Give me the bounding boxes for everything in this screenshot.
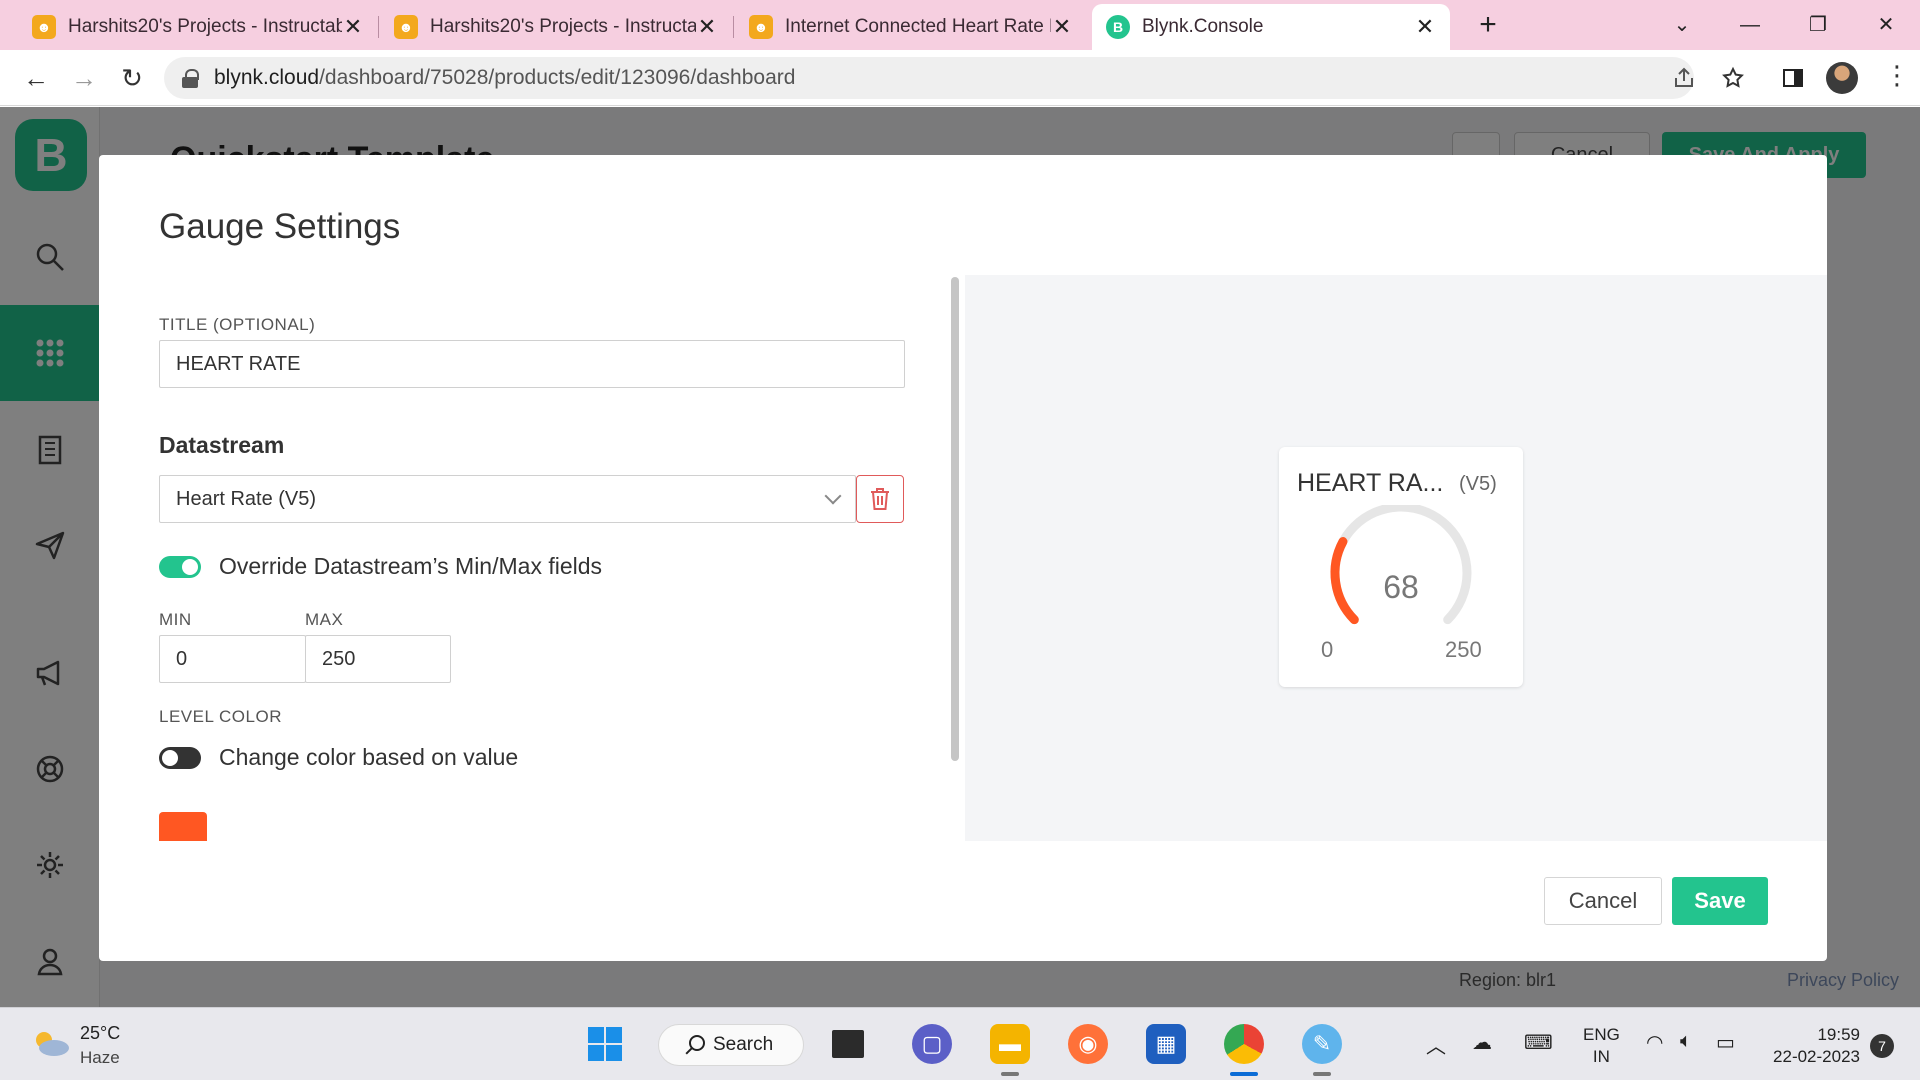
microsoft-store-icon[interactable]: ▦ xyxy=(1146,1024,1186,1064)
search-icon xyxy=(689,1035,705,1051)
browser-tab-blynk-active[interactable]: B Blynk.Console ✕ xyxy=(1092,4,1450,50)
browser-toolbar: ← → ↻ blynk.cloud /dashboard/75028/produ… xyxy=(0,50,1920,106)
profile-avatar[interactable] xyxy=(1826,62,1858,94)
url-host: blynk.cloud xyxy=(214,66,320,89)
tab-title: Blynk.Console xyxy=(1142,16,1264,37)
instructables-favicon-icon: ☻ xyxy=(32,15,56,39)
app-running-indicator xyxy=(1313,1072,1331,1076)
instructables-favicon-icon: ☻ xyxy=(749,15,773,39)
max-label: MAX xyxy=(305,610,344,629)
weather-haze-icon[interactable] xyxy=(30,1028,70,1058)
cancel-button[interactable]: Cancel xyxy=(1544,877,1662,925)
datastream-select[interactable]: Heart Rate (V5) xyxy=(159,475,856,523)
datastream-selected-value: Heart Rate (V5) xyxy=(176,487,317,510)
close-tab-icon[interactable]: ✕ xyxy=(1051,14,1073,40)
battery-icon[interactable]: ▭ xyxy=(1716,1030,1735,1055)
delete-datastream-button[interactable] xyxy=(856,475,904,523)
title-input[interactable]: HEART RATE xyxy=(159,340,905,388)
min-label: MIN xyxy=(159,610,192,629)
datastream-heading: Datastream xyxy=(159,432,285,458)
gauge-min-label: 0 xyxy=(1321,637,1334,662)
windows-start-icon[interactable] xyxy=(585,1024,625,1064)
close-tab-icon[interactable]: ✕ xyxy=(1414,14,1436,40)
sidepanel-icon[interactable] xyxy=(1781,66,1805,90)
lang-line-2: IN xyxy=(1592,1047,1610,1066)
chrome-icon[interactable] xyxy=(1224,1024,1264,1064)
windows-taskbar: 25°C Haze Search ▢ ▬ ◉ ▦ ✎ ︿ ☁ ⌨ ENG IN … xyxy=(0,1007,1920,1080)
tab-separator xyxy=(378,16,379,38)
override-minmax-toggle[interactable] xyxy=(159,556,201,578)
override-minmax-label: Override Datastream’s Min/Max fields xyxy=(219,553,603,579)
gauge-max-label: 250 xyxy=(1445,637,1482,662)
level-color-swatch[interactable] xyxy=(159,812,207,841)
blynk-favicon-icon: B xyxy=(1106,15,1130,39)
taskbar-search-label: Search xyxy=(713,1034,774,1055)
trash-icon xyxy=(871,488,889,510)
back-arrow-icon[interactable]: ← xyxy=(18,60,54,96)
address-bar[interactable]: blynk.cloud /dashboard/75028/products/ed… xyxy=(164,57,1694,99)
system-clock[interactable]: 19:59 22-02-2023 xyxy=(1765,1024,1860,1068)
kebab-menu-icon[interactable]: ⋮ xyxy=(1884,60,1910,91)
forward-arrow-icon[interactable]: → xyxy=(66,60,102,96)
widget-pin: (V5) xyxy=(1459,473,1497,495)
close-tab-icon[interactable]: ✕ xyxy=(696,14,718,40)
show-hidden-icons-chevron-icon[interactable]: ︿ xyxy=(1426,1030,1446,1059)
lang-line-1: ENG xyxy=(1583,1025,1620,1044)
browser-tab-bar: ☻ Harshits20's Projects - Instructables … xyxy=(0,0,1920,50)
tab-title: Internet Connected Heart Rate Monitor xyxy=(785,16,1051,37)
paint-app-icon[interactable]: ✎ xyxy=(1302,1024,1342,1064)
modal-title: Gauge Settings xyxy=(159,207,401,246)
reload-icon[interactable]: ↻ xyxy=(114,60,150,96)
new-tab-button[interactable]: + xyxy=(1470,8,1506,44)
minimize-icon[interactable]: — xyxy=(1730,8,1770,42)
keyboard-icon[interactable]: ⌨ xyxy=(1524,1030,1553,1055)
clock-time: 19:59 xyxy=(1817,1025,1860,1044)
clock-date: 22-02-2023 xyxy=(1773,1047,1860,1066)
task-view-icon[interactable] xyxy=(832,1030,864,1058)
settings-panel: TITLE (OPTIONAL) HEART RATE Datastream H… xyxy=(99,275,959,841)
title-field-label: TITLE (OPTIONAL) xyxy=(159,315,316,334)
weather-temperature: 25°C xyxy=(80,1023,121,1043)
close-window-icon[interactable]: ✕ xyxy=(1866,8,1906,42)
volume-icon[interactable]: 🔈︎ xyxy=(1680,1030,1692,1053)
tab-title: Harshits20's Projects - Instructables xyxy=(68,16,342,37)
chrome-active-indicator xyxy=(1230,1072,1258,1076)
browser-tab-1[interactable]: ☻ Harshits20's Projects - Instructables … xyxy=(18,4,378,50)
app-running-indicator xyxy=(1001,1072,1019,1076)
star-icon[interactable] xyxy=(1721,66,1745,90)
notification-badge[interactable]: 7 xyxy=(1870,1034,1894,1058)
restore-icon[interactable]: ❐ xyxy=(1798,8,1838,42)
onedrive-cloud-icon[interactable]: ☁ xyxy=(1472,1030,1492,1055)
weather-description: Haze xyxy=(80,1048,120,1067)
gauge-widget-preview: HEART RA... (V5) 68 0 250 xyxy=(1279,447,1523,687)
close-tab-icon[interactable]: ✕ xyxy=(342,14,364,40)
taskbar-search[interactable]: Search xyxy=(658,1024,804,1066)
tab-separator xyxy=(733,16,734,38)
widget-preview-area: HEART RA... (V5) 68 0 250 xyxy=(965,275,1827,841)
min-input[interactable]: 0 xyxy=(159,635,306,683)
firefox-icon[interactable]: ◉ xyxy=(1068,1024,1108,1064)
input-language[interactable]: ENG IN xyxy=(1583,1024,1620,1068)
url-path: /dashboard/75028/products/edit/123096/da… xyxy=(319,66,796,89)
max-input[interactable]: 250 xyxy=(305,635,451,683)
instructables-favicon-icon: ☻ xyxy=(394,15,418,39)
level-color-label: LEVEL COLOR xyxy=(159,707,282,726)
chevron-down-icon xyxy=(824,487,842,505)
tab-title: Harshits20's Projects - Instructables xyxy=(430,16,696,37)
settings-scrollbar-thumb[interactable] xyxy=(951,277,959,761)
wifi-icon[interactable]: ◠ xyxy=(1646,1030,1663,1055)
browser-tab-3[interactable]: ☻ Internet Connected Heart Rate Monitor … xyxy=(735,4,1087,50)
widget-title: HEART RA... xyxy=(1297,469,1444,497)
browser-tab-2[interactable]: ☻ Harshits20's Projects - Instructables … xyxy=(380,4,732,50)
gauge-value: 68 xyxy=(1383,569,1419,605)
color-by-value-label: Change color based on value xyxy=(219,744,519,770)
save-button[interactable]: Save xyxy=(1672,877,1768,925)
share-icon[interactable] xyxy=(1672,66,1696,90)
gauge-settings-modal: Gauge Settings TITLE (OPTIONAL) HEART RA… xyxy=(99,155,1827,961)
tab-search-chevron-icon[interactable]: ⌄ xyxy=(1662,8,1702,42)
file-explorer-icon[interactable]: ▬ xyxy=(990,1024,1030,1064)
color-by-value-toggle[interactable] xyxy=(159,747,201,769)
lock-icon xyxy=(182,69,200,88)
teams-chat-icon[interactable]: ▢ xyxy=(912,1024,952,1064)
